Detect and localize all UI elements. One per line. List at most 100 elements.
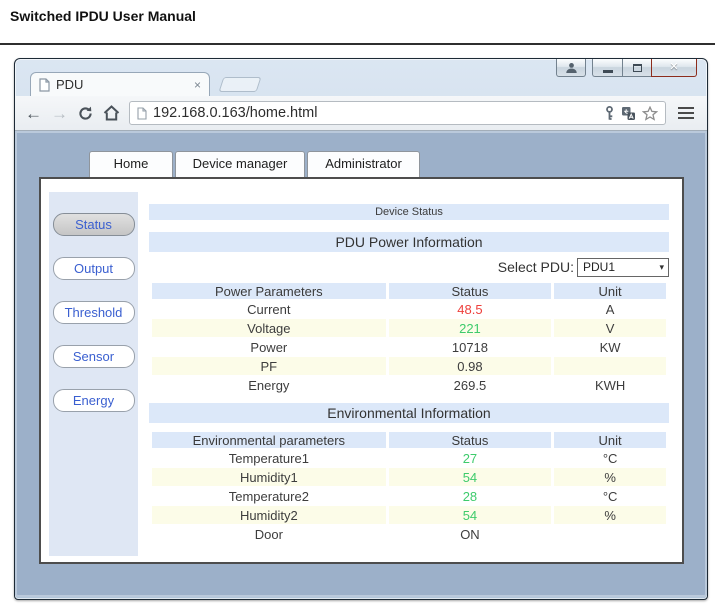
param-cell: Voltage [152, 319, 386, 337]
table-row: Current 48.5 A [152, 300, 666, 318]
param-cell: Humidity2 [152, 506, 386, 524]
table-row: Temperature2 28 °C [152, 487, 666, 505]
reload-button[interactable] [77, 105, 94, 122]
sidebar-button-output[interactable]: Output [53, 257, 135, 280]
sidebar-button-threshold[interactable]: Threshold [53, 301, 135, 324]
browser-tab[interactable]: PDU × [30, 72, 210, 96]
pdu-select[interactable]: PDU1 ▾ [577, 258, 669, 277]
tab-close-icon[interactable]: × [194, 79, 201, 91]
param-cell: PF [152, 357, 386, 375]
minimize-button[interactable] [592, 59, 622, 77]
status-cell: 269.5 [389, 376, 552, 394]
viewport: Home Device manager Administrator Status… [15, 131, 707, 597]
column-header: Power Parameters [152, 283, 386, 299]
device-status-bar: Device Status [149, 204, 669, 220]
status-cell: 48.5 [389, 300, 552, 318]
unit-cell: KWH [554, 376, 666, 394]
omnibox[interactable] [129, 101, 666, 125]
status-cell: 54 [389, 468, 552, 486]
unit-cell: °C [554, 487, 666, 505]
environmental-info-header: Environmental Information [149, 403, 669, 423]
status-cell: 54 [389, 506, 552, 524]
status-cell: 28 [389, 487, 552, 505]
reload-icon [77, 105, 94, 122]
param-cell: Door [152, 525, 386, 543]
param-cell: Humidity1 [152, 468, 386, 486]
table-row: Humidity2 54 % [152, 506, 666, 524]
power-table: Power Parameters Status Unit Current 48.… [149, 282, 669, 395]
maximize-button[interactable] [622, 59, 651, 77]
forward-button[interactable]: → [51, 105, 68, 122]
titlebar: ✕ PDU × [15, 59, 707, 96]
hamburger-icon [678, 107, 694, 110]
column-header: Unit [554, 283, 666, 299]
close-icon: ✕ [669, 62, 678, 73]
minimize-icon [603, 70, 613, 73]
page-icon [137, 107, 147, 120]
chevron-down-icon: ▾ [659, 262, 664, 273]
environmental-table: Environmental parameters Status Unit Tem… [149, 431, 669, 544]
close-button[interactable]: ✕ [651, 59, 697, 77]
main-panel: Device Status PDU Power Information Sele… [149, 204, 669, 544]
status-cell: 221 [389, 319, 552, 337]
maximize-icon [633, 64, 642, 72]
toolbar: ← → [15, 96, 707, 131]
status-cell: 10718 [389, 338, 552, 356]
table-row: Power 10718 KW [152, 338, 666, 356]
status-cell: 0.98 [389, 357, 552, 375]
page-nav-tabs: Home Device manager Administrator [89, 151, 420, 177]
table-header-row: Power Parameters Status Unit [152, 283, 666, 299]
unit-cell: % [554, 468, 666, 486]
tab-administrator[interactable]: Administrator [307, 151, 420, 177]
column-header: Status [389, 283, 552, 299]
sidebar-button-sensor[interactable]: Sensor [53, 345, 135, 368]
tab-device-manager[interactable]: Device manager [175, 151, 305, 177]
status-cell: ON [389, 525, 552, 543]
unit-cell: A [554, 300, 666, 318]
unit-cell: KW [554, 338, 666, 356]
person-icon [565, 62, 578, 74]
page-icon [39, 78, 50, 92]
bookmark-star-icon[interactable] [642, 106, 658, 121]
home-button[interactable] [103, 105, 120, 121]
select-pdu-row: Select PDU: PDU1 ▾ [149, 255, 669, 279]
table-header-row: Environmental parameters Status Unit [152, 432, 666, 448]
home-icon [103, 105, 120, 121]
unit-cell: °C [554, 449, 666, 467]
param-cell: Temperature2 [152, 487, 386, 505]
table-row: Humidity1 54 % [152, 468, 666, 486]
menu-button[interactable] [675, 104, 697, 123]
pdu-select-value: PDU1 [583, 260, 615, 274]
column-header: Status [389, 432, 552, 448]
tab-home[interactable]: Home [89, 151, 173, 177]
divider [0, 43, 715, 45]
sidebar-button-energy[interactable]: Energy [53, 389, 135, 412]
key-icon[interactable] [604, 106, 615, 121]
param-cell: Current [152, 300, 386, 318]
unit-cell: V [554, 319, 666, 337]
browser-window: ✕ PDU × ← → [14, 58, 708, 600]
new-tab-button[interactable] [219, 77, 262, 92]
column-header: Unit [554, 432, 666, 448]
sidebar: Status Output Threshold Sensor Energy [49, 192, 138, 556]
back-button[interactable]: ← [25, 105, 42, 122]
translate-icon[interactable] [621, 106, 636, 121]
status-cell: 27 [389, 449, 552, 467]
window-controls: ✕ [556, 59, 697, 77]
param-cell: Temperature1 [152, 449, 386, 467]
param-cell: Power [152, 338, 386, 356]
sidebar-button-status[interactable]: Status [53, 213, 135, 236]
url-input[interactable] [153, 105, 598, 121]
document-title: Switched IPDU User Manual [10, 8, 196, 24]
content-frame: Status Output Threshold Sensor Energy De… [39, 177, 684, 564]
column-header: Environmental parameters [152, 432, 386, 448]
table-row: Temperature1 27 °C [152, 449, 666, 467]
table-row: Door ON [152, 525, 666, 543]
param-cell: Energy [152, 376, 386, 394]
table-row: Energy 269.5 KWH [152, 376, 666, 394]
unit-cell [554, 525, 666, 543]
power-info-header: PDU Power Information [149, 232, 669, 252]
tab-title: PDU [56, 77, 188, 92]
table-row: PF 0.98 [152, 357, 666, 375]
profile-button[interactable] [556, 59, 586, 77]
